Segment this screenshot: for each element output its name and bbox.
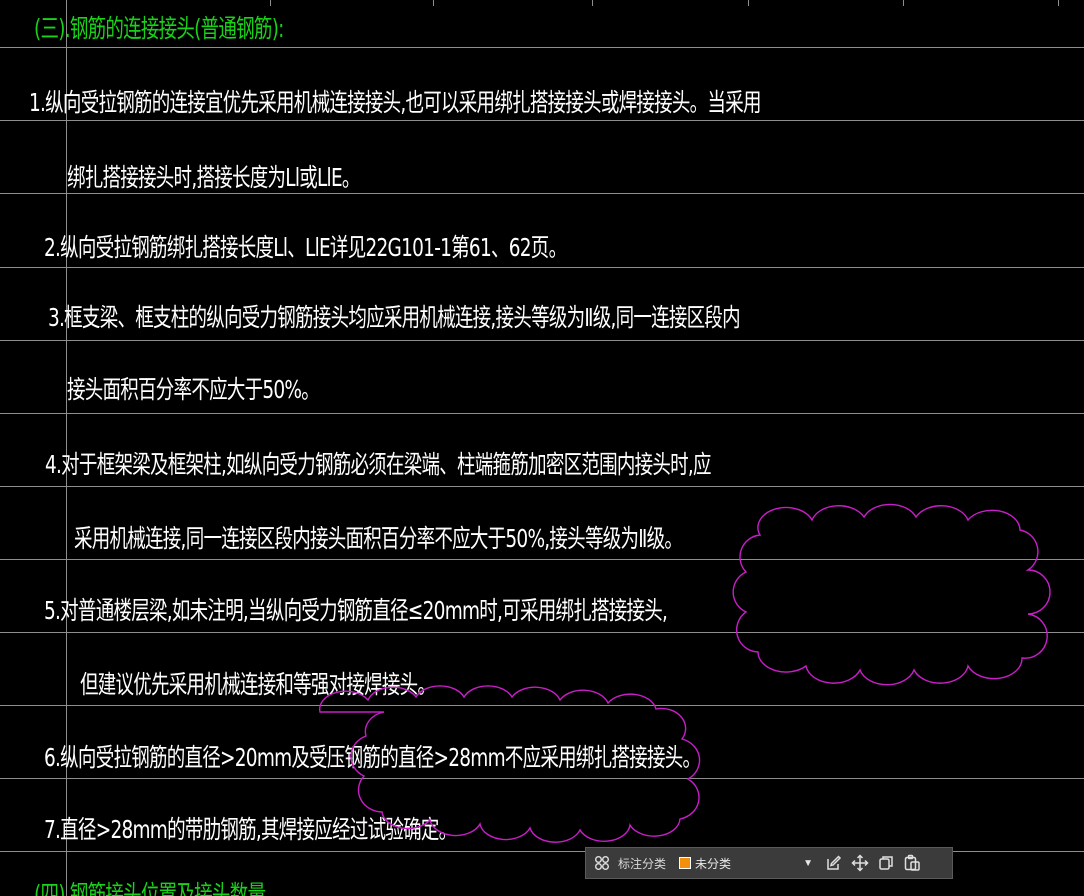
category-color-swatch [679, 857, 692, 869]
category-dropdown[interactable]: 未分类 ▼ [674, 852, 819, 874]
category-value: 未分类 [695, 856, 732, 871]
move-icon[interactable] [850, 853, 870, 873]
annotation-toolbar: 标注分类 未分类 ▼ [585, 847, 953, 879]
copy-icon[interactable] [876, 853, 896, 873]
revision-cloud[interactable] [732, 503, 1051, 686]
revision-cloud[interactable] [318, 685, 701, 843]
cad-canvas[interactable]: (三).钢筋的连接接头(普通钢筋): 1.纵向受拉钢筋的连接宜优先采用机械连接接… [0, 0, 1084, 896]
revision-clouds [318, 503, 1051, 843]
paste-icon[interactable] [902, 853, 922, 873]
edit-icon[interactable] [824, 853, 844, 873]
chevron-down-icon[interactable]: ▼ [803, 858, 813, 869]
category-label: 标注分类 [618, 856, 667, 871]
grid-icon[interactable] [592, 853, 612, 873]
